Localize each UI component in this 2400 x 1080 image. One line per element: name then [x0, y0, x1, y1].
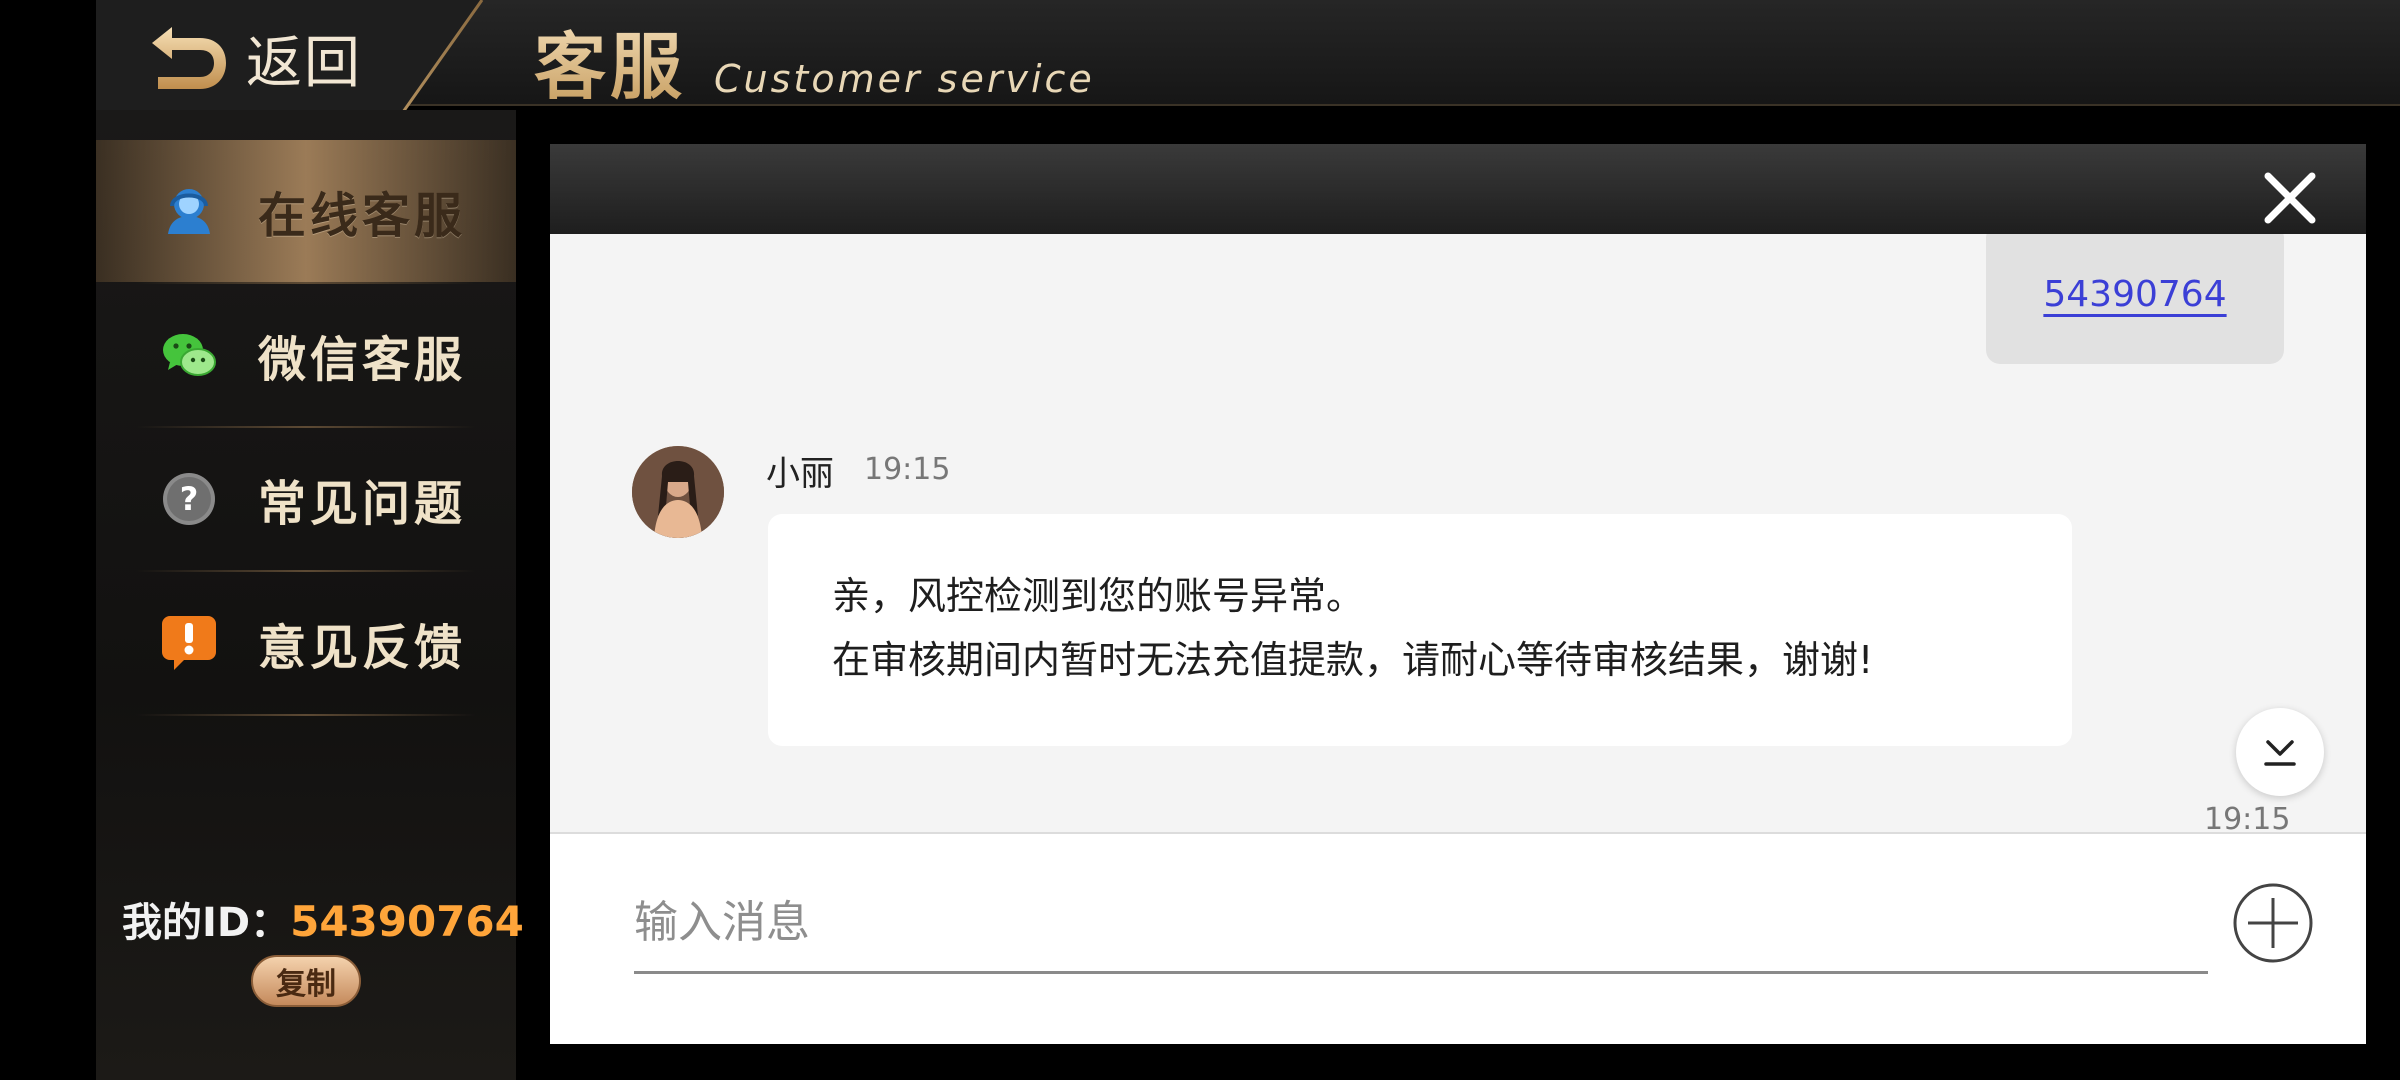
my-id-label: 我的ID： — [122, 900, 291, 946]
agent-message-line: 亲，风控检测到您的账号异常。 — [832, 574, 1365, 618]
sidebar-item-label: 在线客服 — [258, 188, 467, 244]
sidebar-item-online-service[interactable]: 在线客服 — [96, 140, 516, 282]
sidebar-item-label: 微信客服 — [258, 332, 467, 388]
headset-user-icon — [168, 189, 210, 234]
back-button[interactable]: 返回 — [148, 18, 362, 98]
sidebar-item-feedback[interactable]: 意见反馈 — [96, 572, 516, 714]
agent-message-line: 在审核期间内暂时无法充值提款，请耐心等待审核结果，谢谢! — [832, 638, 1874, 682]
wechat-icon — [163, 334, 216, 376]
page-title: 客服 Customer service — [534, 8, 1095, 113]
close-icon[interactable] — [2260, 168, 2320, 228]
agent-message-bubble: 亲，风控检测到您的账号异常。 在审核期间内暂时无法充值提款，请耐心等待审核结果，… — [768, 514, 2072, 746]
copy-button[interactable]: 复制 — [251, 955, 361, 1007]
scroll-to-bottom-button[interactable] — [2236, 708, 2324, 796]
agent-name: 小丽 — [766, 454, 834, 494]
svg-text:?: ? — [180, 480, 199, 518]
agent-message-time: 19:15 — [864, 452, 951, 487]
chat-topbar — [550, 144, 2366, 234]
my-id-value: 54390764 — [290, 897, 524, 946]
self-message-link[interactable]: 54390764 — [2043, 274, 2226, 315]
sidebar-item-wechat-service[interactable]: 微信客服 — [96, 284, 516, 426]
page-title-cn: 客服 — [534, 8, 686, 113]
plus-icon[interactable] — [2232, 882, 2314, 964]
chat-messages[interactable]: 54390764 小丽 19:15 亲，风控检测到您的账号异常。 在审核期间内暂… — [550, 234, 2366, 832]
sidebar-item-label: 意见反馈 — [258, 620, 467, 676]
avatar[interactable] — [632, 446, 724, 538]
sidebar-item-label: 常见问题 — [258, 476, 467, 532]
sidebar-divider — [136, 714, 476, 716]
sidebar-item-faq[interactable]: ? 常见问题 — [96, 428, 516, 570]
message-input[interactable] — [634, 874, 2208, 974]
exclamation-bubble-icon — [162, 616, 216, 670]
self-message-bubble: 54390764 — [1986, 234, 2284, 364]
message-composer — [550, 832, 2366, 1044]
return-arrow-icon — [152, 27, 226, 89]
page-title-en: Customer service — [714, 57, 1095, 101]
my-id: 我的ID：54390764 — [122, 890, 524, 948]
sidebar: 在线客服 微信客服 ? 常见问题 意见反馈 我的ID：54390764 复制 — [96, 110, 524, 1080]
avatar-image — [632, 446, 724, 538]
chevron-down-icon — [2264, 740, 2296, 766]
message-time: 19:15 — [2204, 802, 2291, 832]
back-label: 返回 — [246, 30, 362, 96]
question-icon: ? — [163, 473, 215, 525]
